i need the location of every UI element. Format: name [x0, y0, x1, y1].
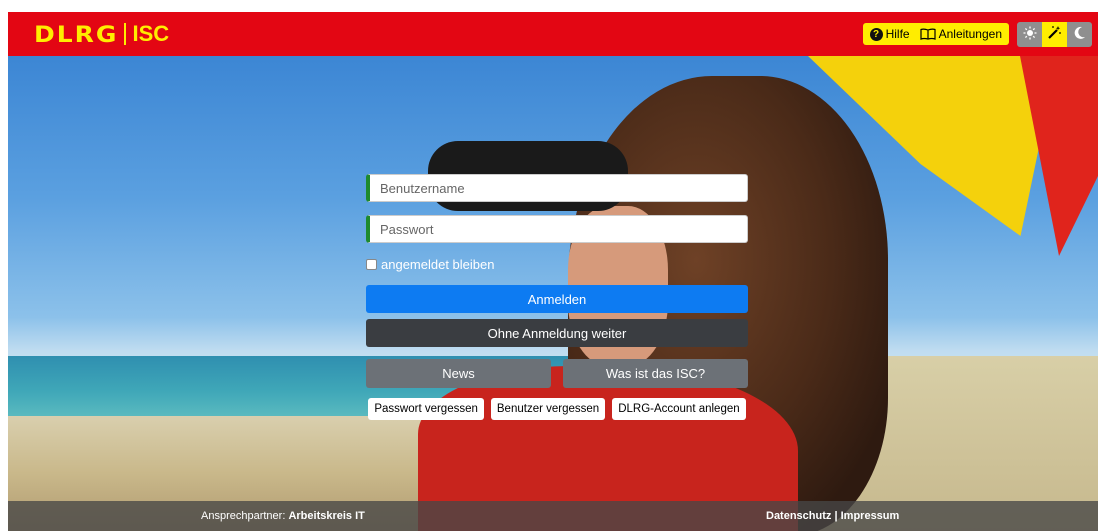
login-button[interactable]: Anmelden	[366, 285, 748, 313]
top-bar: DLRG ISC ? Hilfe Anleitungen	[8, 12, 1098, 56]
dark-mode-button[interactable]	[1067, 21, 1092, 47]
password-input[interactable]	[366, 215, 748, 243]
remember-me-row[interactable]: angemeldet bleiben	[366, 255, 748, 273]
auto-mode-button[interactable]	[1042, 21, 1067, 47]
remember-me-label: angemeldet bleiben	[381, 256, 495, 272]
logo-dlrg-text: DLRG	[34, 20, 119, 48]
news-button[interactable]: News	[366, 359, 551, 388]
privacy-link[interactable]: Datenschutz	[766, 510, 831, 522]
remember-me-checkbox[interactable]	[366, 258, 377, 270]
sun-icon	[1023, 26, 1037, 43]
header-actions: ? Hilfe Anleitungen	[862, 21, 1092, 47]
account-links-row: Passwort vergessen Benutzer vergessen DL…	[366, 398, 748, 420]
theme-switcher	[1017, 21, 1092, 47]
help-label: Hilfe	[885, 27, 910, 41]
dlrg-isc-logo[interactable]: DLRG ISC	[34, 12, 169, 56]
magic-wand-icon	[1047, 25, 1062, 43]
footer: Ansprechpartner: Arbeitskreis IT Datensc…	[8, 501, 1098, 531]
question-icon: ?	[869, 27, 883, 41]
guides-button[interactable]: Anleitungen	[914, 23, 1007, 45]
continue-without-login-button[interactable]: Ohne Anmeldung weiter	[366, 319, 748, 347]
about-isc-button[interactable]: Was ist das ISC?	[563, 359, 748, 388]
logo-divider	[124, 23, 127, 45]
footer-legal: Datenschutz | Impressum	[766, 510, 899, 522]
moon-icon	[1073, 26, 1086, 43]
login-form: angemeldet bleiben Anmelden Ohne Anmeldu…	[366, 174, 748, 420]
light-mode-button[interactable]	[1017, 21, 1042, 47]
logo-isc-text: ISC	[132, 21, 170, 46]
username-input[interactable]	[366, 174, 748, 202]
footer-contact-link[interactable]: Arbeitskreis IT	[288, 510, 364, 522]
book-icon	[920, 28, 936, 40]
guides-label: Anleitungen	[938, 27, 1002, 41]
forgot-password-button[interactable]: Passwort vergessen	[368, 398, 484, 420]
footer-separator: |	[834, 510, 838, 522]
footer-contact-prefix: Ansprechpartner:	[201, 510, 286, 522]
forgot-user-button[interactable]: Benutzer vergessen	[490, 398, 606, 420]
help-button[interactable]: ? Hilfe	[864, 23, 915, 45]
create-account-button[interactable]: DLRG-Account anlegen	[612, 398, 746, 420]
footer-contact: Ansprechpartner: Arbeitskreis IT	[201, 510, 365, 522]
help-button-group: ? Hilfe Anleitungen	[862, 23, 1009, 45]
imprint-link[interactable]: Impressum	[841, 510, 900, 522]
page: DLRG ISC ? Hilfe Anleitungen Ansprechpar…	[8, 12, 1098, 531]
info-buttons-row: News Was ist das ISC?	[366, 359, 748, 388]
